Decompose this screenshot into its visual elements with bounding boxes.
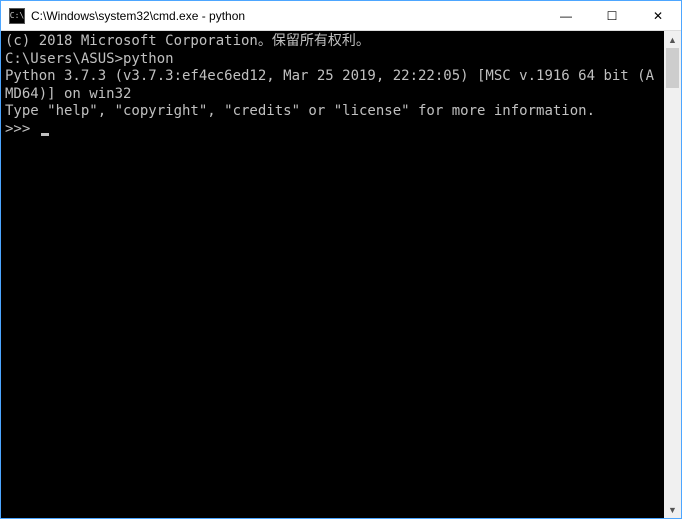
maximize-button[interactable]: ☐ [589,1,635,30]
cursor [41,133,49,136]
terminal-container: (c) 2018 Microsoft Corporation。保留所有权利。C:… [1,31,681,518]
scroll-track[interactable] [664,48,681,501]
scroll-down-arrow[interactable]: ▼ [664,501,681,518]
terminal-line: (c) 2018 Microsoft Corporation。保留所有权利。 [5,33,660,51]
scroll-up-arrow[interactable]: ▲ [664,31,681,48]
scroll-thumb[interactable] [666,48,679,88]
scrollbar[interactable]: ▲ ▼ [664,31,681,518]
window-title: C:\Windows\system32\cmd.exe - python [31,9,543,23]
terminal-line: >>> [5,121,660,139]
terminal-line: Type "help", "copyright", "credits" or "… [5,103,660,121]
window-controls: — ☐ ✕ [543,1,681,30]
minimize-button[interactable]: — [543,1,589,30]
close-button[interactable]: ✕ [635,1,681,30]
terminal-line: Python 3.7.3 (v3.7.3:ef4ec6ed12, Mar 25 … [5,68,660,103]
terminal-output[interactable]: (c) 2018 Microsoft Corporation。保留所有权利。C:… [1,31,664,518]
titlebar: C:\ C:\Windows\system32\cmd.exe - python… [1,1,681,31]
cmd-icon: C:\ [9,8,25,24]
terminal-line: C:\Users\ASUS>python [5,51,660,69]
